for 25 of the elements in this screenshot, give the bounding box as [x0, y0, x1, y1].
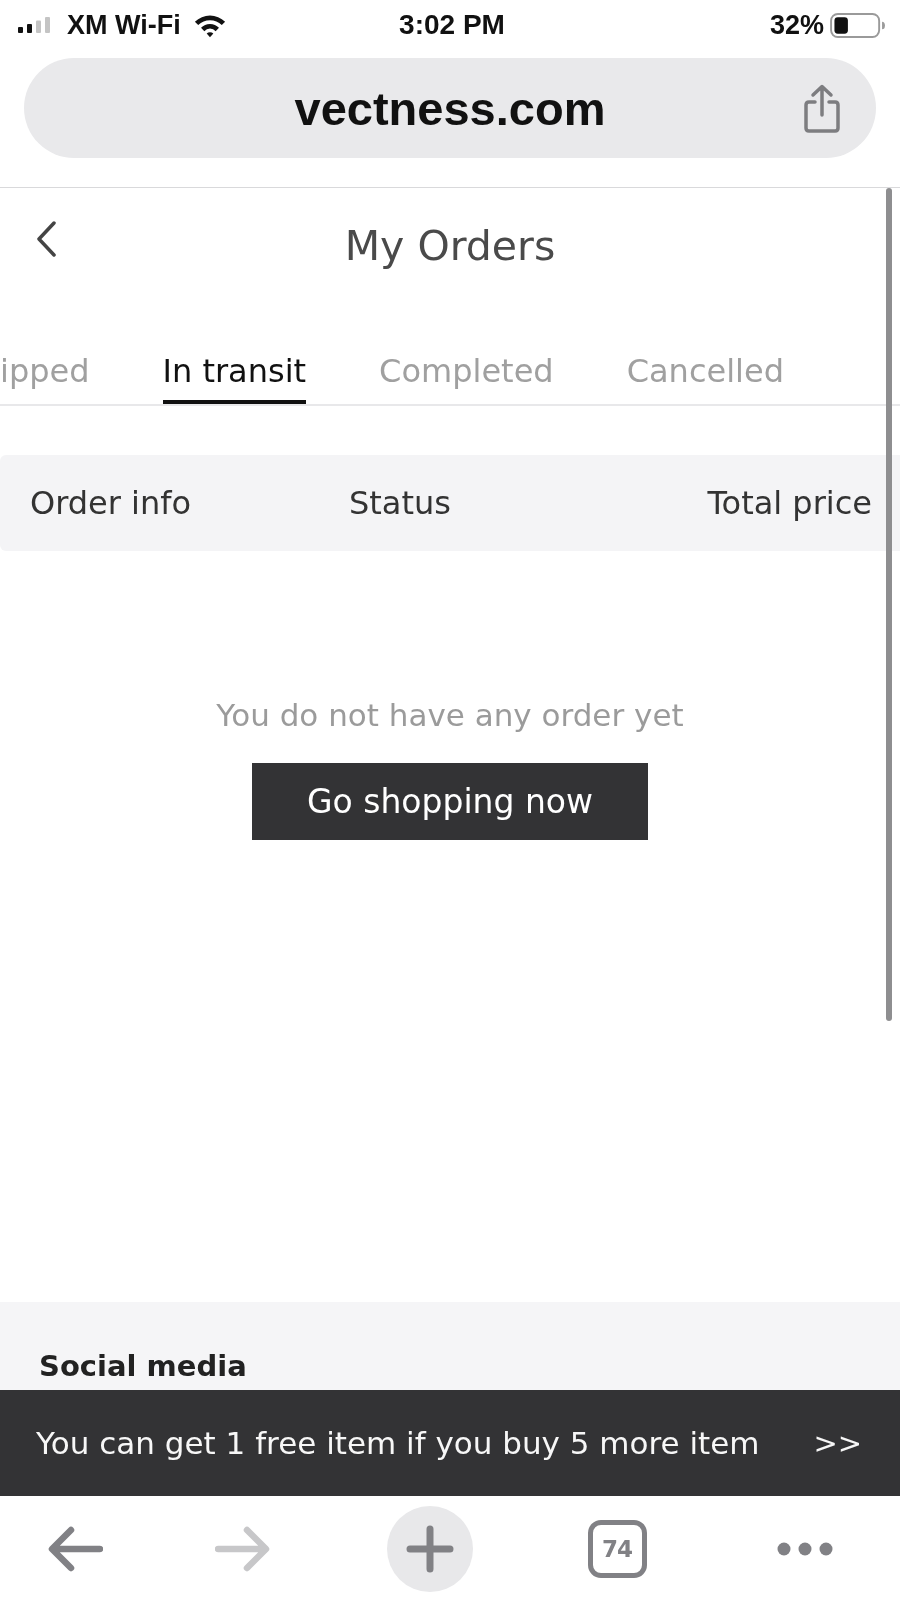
- back-arrow-icon[interactable]: [47, 1525, 103, 1572]
- address-bar[interactable]: vectness.com: [24, 58, 876, 158]
- promo-link[interactable]: >>: [813, 1426, 862, 1460]
- order-status-tab[interactable]: In transit: [162, 352, 307, 404]
- more-icon[interactable]: [777, 1541, 833, 1556]
- column-header: Status: [349, 484, 452, 522]
- column-header: Total price: [707, 484, 872, 522]
- plus-icon[interactable]: [387, 1505, 473, 1592]
- tabs-button[interactable]: 74: [587, 1519, 647, 1578]
- signal-icon: [18, 17, 50, 33]
- go-shopping-button[interactable]: Go shopping now: [252, 763, 648, 840]
- promo-banner[interactable]: You can get 1 free item if you buy 5 more item >>: [0, 1390, 900, 1496]
- column-header: Order info: [30, 484, 193, 522]
- promo-text: You can get 1 free item if you buy 5 more item: [36, 1425, 760, 1461]
- back-chevron-icon[interactable]: [34, 220, 58, 258]
- battery-icon: [830, 12, 886, 38]
- scrollbar[interactable]: [886, 188, 892, 1021]
- page-title: My Orders: [344, 222, 556, 270]
- url-text: vectness.com: [294, 80, 606, 136]
- footer-heading: Social media: [39, 1348, 247, 1384]
- battery-percentage: 32%: [769, 9, 824, 41]
- clock-time: 3:02 PM: [399, 9, 505, 41]
- empty-message: You do not have any order yet: [216, 696, 684, 735]
- share-icon[interactable]: [802, 84, 842, 134]
- carrier-name: XM Wi-Fi: [67, 9, 181, 41]
